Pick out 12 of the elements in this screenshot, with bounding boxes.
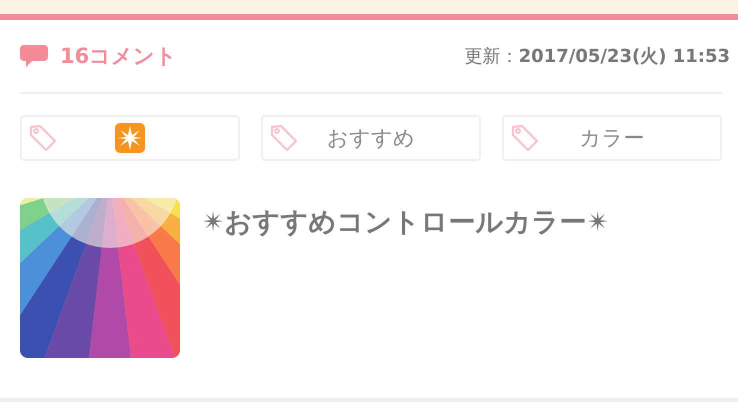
comment-bubble-icon <box>20 44 48 68</box>
tag-link[interactable]: おすすめ <box>261 115 481 161</box>
tag-icon <box>28 123 58 153</box>
updated-date: 2017/05/23(火) 11:53 <box>518 46 730 67</box>
updated-label: 更新： <box>464 46 519 67</box>
tag-link[interactable]: カラー <box>502 115 722 161</box>
tag-icon <box>269 123 299 153</box>
comment-count-link[interactable]: 16コメント <box>60 42 178 70</box>
sparkle-icon <box>115 123 145 153</box>
tag-link[interactable] <box>20 115 240 161</box>
article-title-link[interactable]: ✴おすすめコントロールカラー✴ <box>202 204 610 240</box>
tag-icon <box>510 123 540 153</box>
